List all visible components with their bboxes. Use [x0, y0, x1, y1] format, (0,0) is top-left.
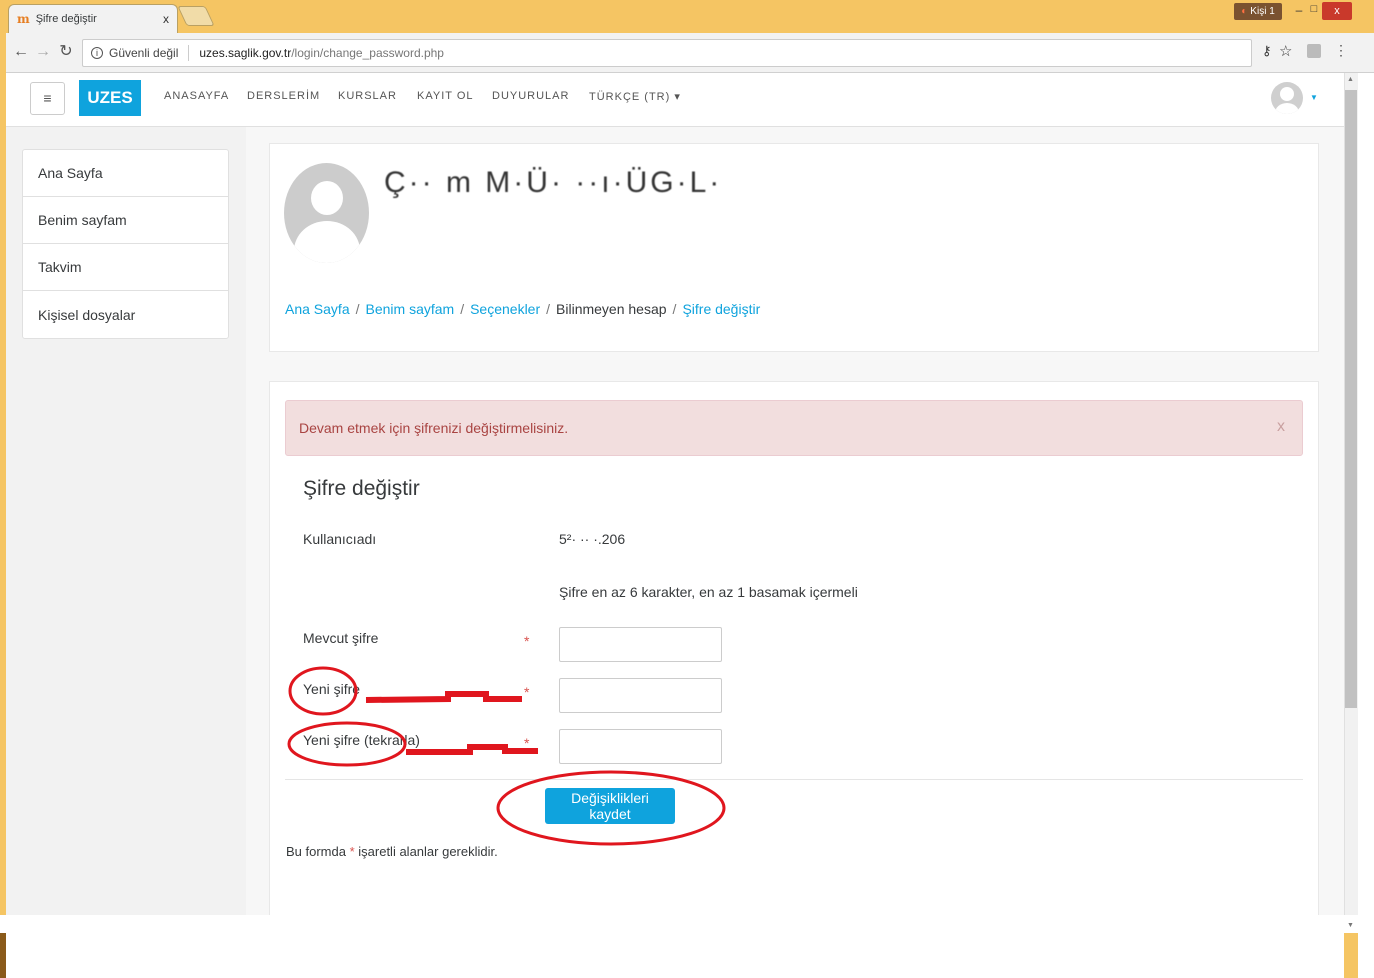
new-password-repeat-label: Yeni şifre (tekrarla)	[303, 732, 420, 748]
required-icon: *	[524, 735, 530, 751]
username-value: 5²· ·· ·.206	[559, 531, 626, 547]
sidebar-item-benim-sayfam[interactable]: Benim sayfam	[23, 197, 228, 244]
forward-arrow-icon[interactable]: →	[34, 40, 52, 64]
chevron-down-icon[interactable]: ▼	[1310, 93, 1318, 102]
reload-icon[interactable]: ↻	[57, 40, 75, 64]
breadcrumb-benim-sayfam[interactable]: Benim sayfam	[366, 301, 455, 317]
brand-logo[interactable]: UZES	[79, 80, 141, 116]
nav-link-kurslar[interactable]: KURSLAR	[338, 90, 397, 106]
new-password-label: Yeni şifre	[303, 681, 361, 697]
required-icon: *	[524, 684, 530, 700]
breadcrumb-sifre-degistir[interactable]: Şifre değiştir	[682, 301, 760, 317]
scrollbar-thumb[interactable]	[1345, 90, 1357, 708]
browser-tab[interactable]: m Şifre değiştir x	[8, 4, 178, 33]
tab-close-icon[interactable]: x	[163, 12, 169, 26]
site-favicon-icon: m	[17, 12, 30, 26]
profile-picture[interactable]	[284, 163, 369, 263]
security-label: Güvenli değil	[109, 46, 179, 60]
form-divider	[285, 779, 1303, 780]
star-icon[interactable]: ☆	[1279, 42, 1295, 60]
form-title: Şifre değiştir	[303, 477, 420, 500]
breadcrumb-ana-sayfa[interactable]: Ana Sayfa	[285, 301, 350, 317]
breadcrumb-secenekler[interactable]: Seçenekler	[470, 301, 540, 317]
hamburger-menu-button[interactable]: ≡	[30, 82, 65, 115]
password-policy-text: Şifre en az 6 karakter, en az 1 basamak …	[559, 584, 858, 600]
user-avatar-icon[interactable]	[1271, 82, 1303, 114]
current-password-label: Mevcut şifre	[303, 630, 379, 646]
taskbar-edge	[1344, 933, 1358, 978]
scroll-down-icon[interactable]: ▼	[1347, 922, 1354, 929]
required-note-suffix: işaretli alanlar gereklidir.	[354, 844, 498, 859]
nav-link-derslerim[interactable]: DERSLERİM	[247, 90, 320, 106]
username-label: Kullanıcıadı	[303, 531, 377, 547]
scroll-up-icon[interactable]: ▲	[1347, 76, 1354, 83]
tab-title: Şifre değiştir	[35, 13, 97, 25]
new-password-input[interactable]	[559, 678, 722, 713]
left-navigation-block: Ana Sayfa Benim sayfam Takvim Kişisel do…	[22, 149, 229, 339]
breadcrumb-separator: /	[672, 301, 677, 317]
user-full-name: Ç·· m M·Ü· ··ı·ÜG·L·	[384, 166, 723, 199]
sidebar-item-takvim[interactable]: Takvim	[23, 244, 228, 291]
breadcrumb-separator: /	[546, 301, 551, 317]
profile-icon: ◐	[1241, 6, 1248, 17]
avatar-body	[294, 221, 360, 263]
language-selector[interactable]: TÜRKÇE (TR) ▾	[589, 90, 681, 106]
bottom-blank-area	[6, 915, 1344, 978]
breadcrumb-separator: /	[355, 301, 360, 317]
nav-link-duyurular[interactable]: DUYURULAR	[492, 90, 569, 106]
alert-message: Devam etmek için şifrenizi değiştirmelis…	[285, 400, 1303, 456]
sidebar-item-ana-sayfa[interactable]: Ana Sayfa	[23, 150, 228, 197]
new-password-repeat-input[interactable]	[559, 729, 722, 764]
breadcrumb: Ana Sayfa / Benim sayfam / Seçenekler / …	[285, 301, 760, 317]
profile-label: Kişi 1	[1250, 6, 1275, 17]
save-changes-button[interactable]: Değişiklikleri kaydet	[545, 788, 675, 824]
url-path: /login/change_password.php	[291, 46, 444, 60]
close-icon[interactable]: x	[1277, 418, 1285, 436]
current-password-input[interactable]	[559, 627, 722, 662]
window-minimize-button[interactable]: –	[1292, 3, 1306, 19]
pdf-icon[interactable]	[1307, 44, 1321, 58]
window-maximize-button[interactable]: □	[1307, 3, 1321, 19]
nav-link-anasayfa[interactable]: ANASAYFA	[164, 90, 229, 106]
back-arrow-icon[interactable]: ←	[12, 40, 30, 64]
required-icon: *	[524, 633, 530, 649]
nav-link-kayit-ol[interactable]: KAYIT OL	[417, 90, 474, 106]
omnibox-divider	[188, 45, 190, 61]
menu-icon[interactable]: ⋮	[1334, 42, 1348, 60]
browser-profile-button[interactable]: ◐ Kişi 1	[1234, 3, 1282, 20]
breadcrumb-bilinmeyen-hesap: Bilinmeyen hesap	[556, 301, 667, 317]
required-note-prefix: Bu formda	[286, 844, 350, 859]
address-bar[interactable]: i Güvenli değil uzes.saglik.gov.tr /logi…	[82, 39, 1252, 67]
url-domain: uzes.saglik.gov.tr	[199, 46, 292, 60]
taskbar-edge	[0, 933, 6, 978]
key-icon[interactable]: ⚷	[1262, 43, 1274, 59]
avatar-head	[311, 181, 343, 215]
window-close-button[interactable]: x	[1322, 2, 1352, 20]
required-fields-note: Bu formda * işaretli alanlar gereklidir.	[286, 844, 498, 859]
info-icon[interactable]: i	[91, 47, 103, 59]
change-password-card	[269, 381, 1319, 915]
breadcrumb-separator: /	[460, 301, 465, 317]
sidebar-item-kisisel-dosyalar[interactable]: Kişisel dosyalar	[23, 291, 228, 338]
